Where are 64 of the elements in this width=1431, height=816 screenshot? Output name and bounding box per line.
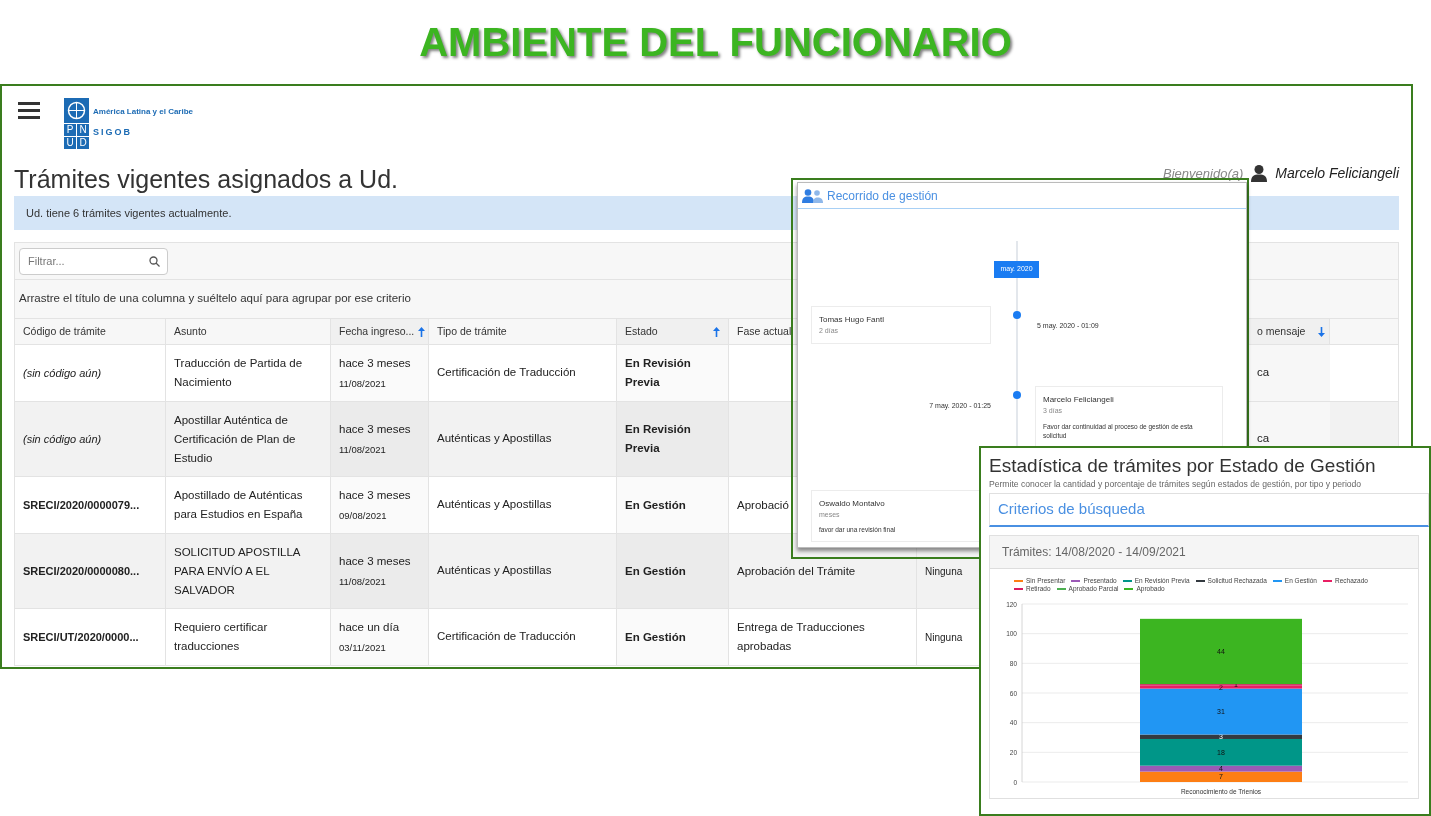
table-cell-text: Auténticas y Apostillas bbox=[437, 431, 552, 447]
users-icon bbox=[802, 188, 823, 203]
logo-letter: P bbox=[64, 124, 76, 136]
welcome-text: Bienvenido(a) bbox=[1163, 164, 1244, 183]
status-cell-text: En Gestión bbox=[625, 563, 686, 579]
table-cell-text: Auténticas y Apostillas bbox=[437, 563, 552, 579]
menu-icon[interactable] bbox=[18, 102, 40, 120]
table-cell-text: Aprobació bbox=[737, 497, 789, 513]
table-cell-text: Aprobación del Trámite bbox=[737, 563, 856, 579]
person-name: Marcelo Feliciangeli bbox=[1043, 394, 1115, 406]
search-icon bbox=[149, 255, 160, 267]
group-hint: Arrastre el título de una columna y suéltelo aquí para agrupar por ese criterio bbox=[19, 291, 411, 307]
table-cell-text: Traducción de Partida de Nacimiento bbox=[174, 356, 304, 390]
table-cell-text: SRECI/2020/0000079... bbox=[23, 497, 140, 513]
table-cell-text: Apostillar Auténtica de Certificación de Plan de Estudio bbox=[174, 412, 297, 466]
slide-title: AMBIENTE DEL FUNCIONARIO bbox=[419, 19, 1012, 66]
user-icon bbox=[1251, 165, 1268, 182]
person-name: Tomas Hugo Fantl bbox=[819, 313, 885, 326]
logo-letter: N bbox=[77, 124, 89, 136]
status-cell-text: En Gestión bbox=[625, 629, 686, 645]
column-header[interactable]: Estado bbox=[617, 319, 729, 344]
table-cell-text: ca bbox=[1257, 431, 1270, 447]
table-cell-text: Apostillado de Auténticas para Estudios en España bbox=[174, 488, 304, 522]
table-cell-text: Auténticas y Apostillas bbox=[437, 497, 552, 513]
period-title: Trámites: 14/08/2020 - 14/09/2021 bbox=[1002, 544, 1186, 561]
table-cell-text: Requiero certificar traducciones bbox=[174, 620, 269, 654]
table-cell-text: (sin código aún) bbox=[23, 431, 102, 447]
table-cell-text: ca bbox=[1257, 365, 1270, 381]
entry-date: 11/08/2021 bbox=[339, 442, 387, 457]
globe-emblem-icon bbox=[64, 98, 89, 123]
entry-date: 09/08/2021 bbox=[339, 508, 388, 523]
relative-date: hace 3 meses bbox=[339, 422, 412, 438]
logo-brand: SIGOB bbox=[93, 126, 133, 139]
entry-date: 11/08/2021 bbox=[339, 574, 387, 589]
logo-letter: D bbox=[77, 137, 89, 149]
relative-date: hace 3 meses bbox=[339, 488, 412, 504]
table-cell-text: SRECI/2020/0000080... bbox=[23, 563, 140, 579]
page-heading: Trámites vigentes asignados a Ud. bbox=[14, 167, 398, 195]
table-cell-text: SRECI/UT/2020/0000... bbox=[23, 629, 139, 645]
person-name: Oswaldo Montalvo bbox=[819, 497, 886, 510]
table-cell-text: (sin código aún) bbox=[23, 365, 102, 381]
timeline-dot bbox=[1013, 391, 1021, 399]
relative-date: hace 3 meses bbox=[339, 356, 412, 372]
table-cell-text: Ninguna bbox=[925, 630, 963, 645]
status-cell-text: En Revisión Previa bbox=[625, 422, 692, 456]
table-cell-text: Ninguna bbox=[925, 564, 963, 579]
table-cell-text: Certificación de Traducción bbox=[437, 629, 576, 645]
logo-letter: U bbox=[64, 137, 76, 149]
user-name: Marcelo Feliciangeli bbox=[1275, 164, 1399, 183]
stats-title: Estadística de trámites por Estado de Gestión bbox=[989, 454, 1377, 478]
relative-date: hace un día bbox=[339, 620, 401, 636]
table-cell-text: Entrega de Traducciones aprobadas bbox=[737, 620, 866, 654]
logo-region: América Latina y el Caribe bbox=[93, 106, 194, 118]
timeline-dot bbox=[1013, 310, 1021, 319]
stats-subtitle: Permite conocer la cantidad y porcentaje de trámites según estados de gestión, por tipo y periodo bbox=[989, 478, 1363, 491]
status-cell-text: En Gestión bbox=[625, 497, 686, 513]
filter-field[interactable]: Filtrar... bbox=[19, 247, 168, 275]
table-cell-text: Certificación de Traducción bbox=[437, 365, 576, 381]
table-cell-text: SOLICITUD APOSTILLA PARA ENVÍO A EL SALVADOR bbox=[174, 544, 302, 598]
relative-date: hace 3 meses bbox=[339, 554, 412, 570]
column-header[interactable]: Fecha ingreso... bbox=[331, 319, 429, 344]
entry-date: 11/08/2021 bbox=[339, 376, 387, 391]
entry-date: 03/11/2021 bbox=[339, 640, 387, 655]
status-cell-text: En Revisión Previa bbox=[625, 356, 692, 390]
